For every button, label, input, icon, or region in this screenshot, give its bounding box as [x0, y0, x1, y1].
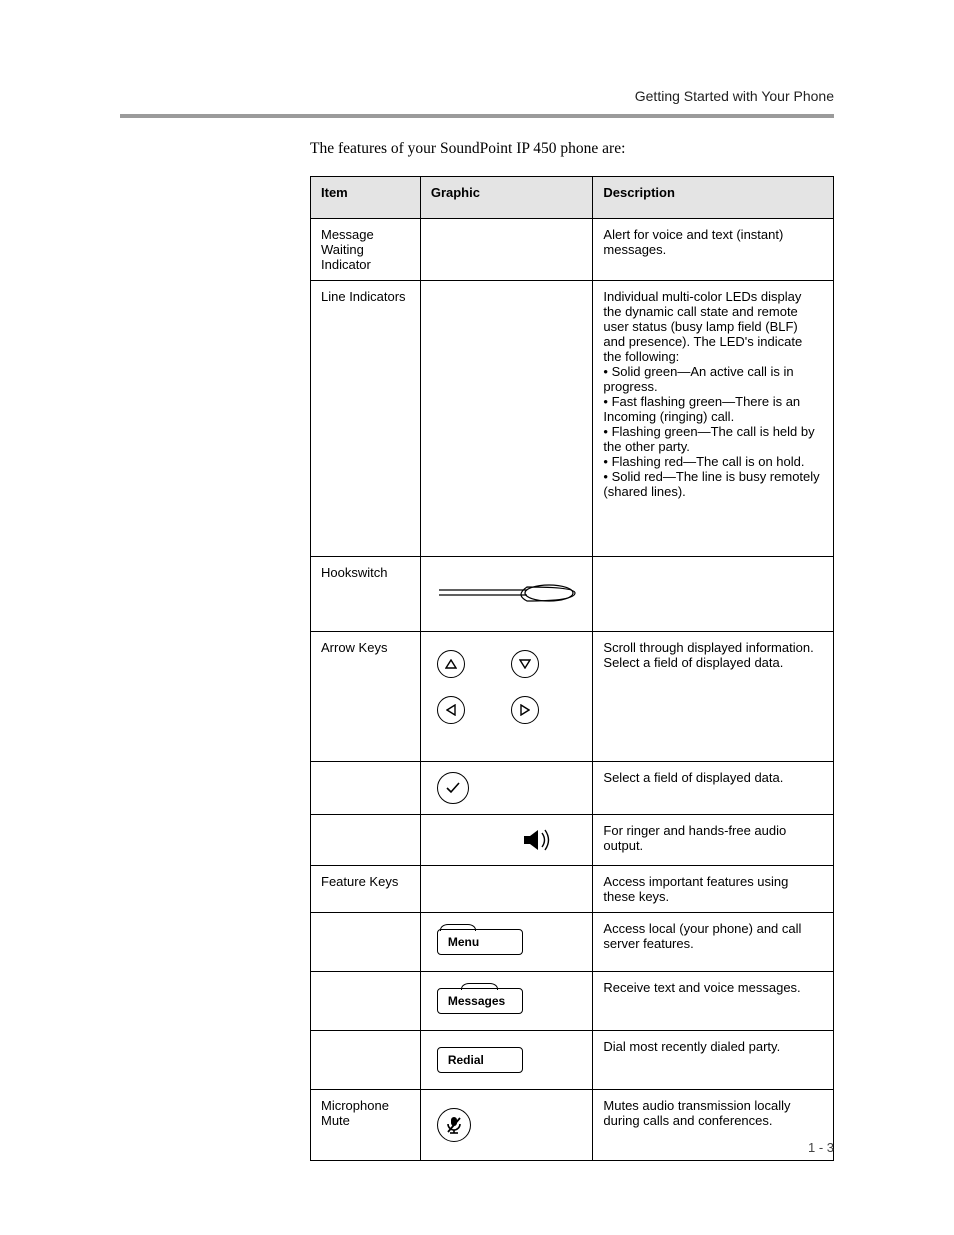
- cell-item: Message Waiting Indicator: [311, 219, 421, 281]
- cell-item: Feature Keys: [311, 866, 421, 913]
- messages-key-label: Messages: [448, 994, 505, 1008]
- table-row: Messages Receive text and voice messages…: [311, 972, 834, 1031]
- cell-graphic: Menu: [420, 913, 593, 972]
- features-table: Item Graphic Description Message Waiting…: [310, 176, 834, 1161]
- table-row: Message Waiting Indicator Alert for voic…: [311, 219, 834, 281]
- table-row: Feature Keys Access important features u…: [311, 866, 834, 913]
- cell-graphic: [420, 632, 593, 762]
- cell-desc: [593, 557, 834, 632]
- cell-desc: Access local (your phone) and call serve…: [593, 913, 834, 972]
- arrow-right-icon: [511, 696, 539, 724]
- table-row: Hookswitch: [311, 557, 834, 632]
- cell-graphic: Redial: [420, 1031, 593, 1090]
- arrow-left-icon: [437, 696, 465, 724]
- running-header: Getting Started with Your Phone: [635, 88, 834, 104]
- col-header-desc: Description: [593, 177, 834, 219]
- cell-desc: Individual multi-color LEDs display the …: [593, 281, 834, 557]
- header-rule: [120, 114, 834, 118]
- cell-item: [311, 1031, 421, 1090]
- table-row: Menu Access local (your phone) and call …: [311, 913, 834, 972]
- table-row: Select a field of displayed data.: [311, 762, 834, 815]
- menu-key-icon: Menu: [437, 929, 523, 955]
- menu-key-label: Menu: [448, 935, 479, 949]
- col-header-graphic: Graphic: [420, 177, 593, 219]
- cell-graphic: Messages: [420, 972, 593, 1031]
- cell-item: Hookswitch: [311, 557, 421, 632]
- cell-desc: Alert for voice and text (instant) messa…: [593, 219, 834, 281]
- col-header-item: Item: [311, 177, 421, 219]
- table-row: Microphone Mute Mutes audio transmission…: [311, 1090, 834, 1161]
- redial-key-icon: Redial: [437, 1047, 523, 1073]
- document-page: Getting Started with Your Phone The feat…: [0, 0, 954, 1235]
- cell-desc: Access important features using these ke…: [593, 866, 834, 913]
- messages-key-icon: Messages: [437, 988, 523, 1014]
- check-icon: [437, 772, 469, 804]
- cell-desc: Select a field of displayed data.: [593, 762, 834, 815]
- intro-paragraph: The features of your SoundPoint IP 450 p…: [310, 140, 834, 158]
- arrow-up-icon: [437, 650, 465, 678]
- cell-graphic: [420, 281, 593, 557]
- microphone-mute-icon: [437, 1108, 471, 1142]
- table-row: For ringer and hands-free audio output.: [311, 815, 834, 866]
- cell-graphic: [420, 1090, 593, 1161]
- hookswitch-icon: [437, 583, 577, 605]
- cell-item: [311, 762, 421, 815]
- arrow-down-icon: [511, 650, 539, 678]
- cell-graphic: [420, 219, 593, 281]
- cell-graphic: [420, 866, 593, 913]
- page-number: 1 - 3: [808, 1140, 834, 1155]
- cell-desc: Mutes audio transmission locally during …: [593, 1090, 834, 1161]
- cell-item: Line Indicators: [311, 281, 421, 557]
- cell-item: [311, 913, 421, 972]
- speaker-icon: [520, 827, 554, 853]
- table-header: Item Graphic Description: [311, 177, 834, 219]
- cell-item: Arrow Keys: [311, 632, 421, 762]
- cell-desc: Scroll through displayed information. Se…: [593, 632, 834, 762]
- cell-desc: For ringer and hands-free audio output.: [593, 815, 834, 866]
- cell-item: [311, 815, 421, 866]
- table-row: Redial Dial most recently dialed party.: [311, 1031, 834, 1090]
- cell-graphic: [420, 557, 593, 632]
- cell-desc: Receive text and voice messages.: [593, 972, 834, 1031]
- cell-item: [311, 972, 421, 1031]
- table-row: Line Indicators Individual multi-color L…: [311, 281, 834, 557]
- table-row: Arrow Keys: [311, 632, 834, 762]
- cell-desc: Dial most recently dialed party.: [593, 1031, 834, 1090]
- cell-graphic: [420, 762, 593, 815]
- cell-graphic: [420, 815, 593, 866]
- cell-item: Microphone Mute: [311, 1090, 421, 1161]
- redial-key-label: Redial: [448, 1053, 484, 1067]
